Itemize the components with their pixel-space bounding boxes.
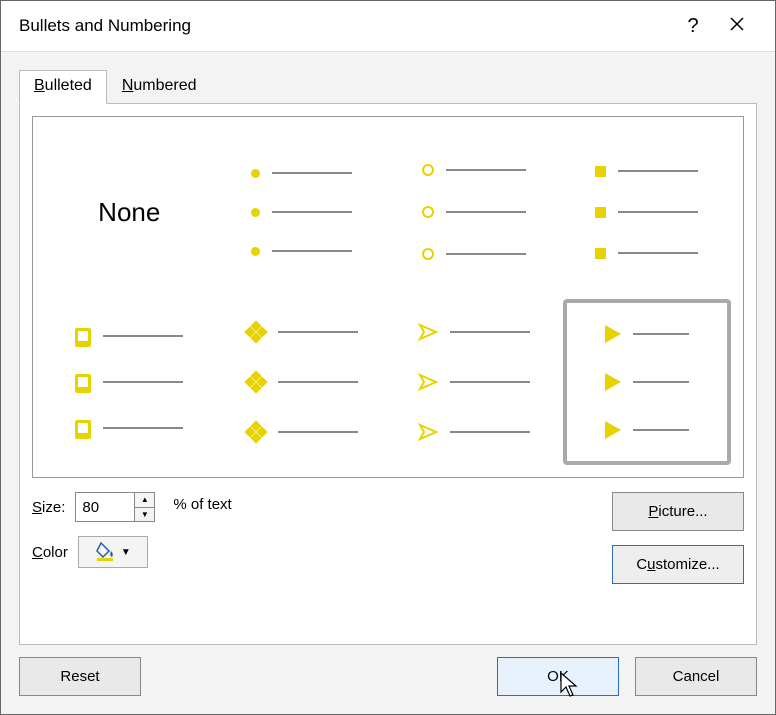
dialog-button-row: Reset OK Cancel <box>19 645 757 696</box>
titlebar: Bullets and Numbering ? <box>1 1 775 51</box>
bullet-gallery: None <box>32 116 744 478</box>
size-label: Size: <box>32 499 65 516</box>
color-dropdown[interactable]: ▼ <box>78 536 148 568</box>
none-label: None <box>98 197 160 228</box>
bullet-option-filled-arrow[interactable] <box>563 299 732 465</box>
tab-numbered[interactable]: Numbered <box>107 70 212 104</box>
size-decrement[interactable]: ▼ <box>135 508 154 522</box>
paint-bucket-icon <box>95 541 117 564</box>
diamond-cluster-icon <box>246 322 266 342</box>
size-spinner[interactable]: ▲ ▼ <box>75 492 155 522</box>
square-icon <box>595 166 606 177</box>
tab-strip: Bulleted Numbered <box>19 70 757 104</box>
color-label: Color <box>32 544 68 561</box>
close-button[interactable] <box>715 16 759 37</box>
bullet-option-hollow-circle[interactable] <box>388 127 561 297</box>
reset-button[interactable]: Reset <box>19 657 141 696</box>
size-suffix: % of text <box>165 496 231 513</box>
bullet-option-none[interactable]: None <box>43 127 216 297</box>
tab-bulleted[interactable]: Bulleted <box>19 70 107 104</box>
circle-icon <box>422 164 434 176</box>
bullet-option-four-diamonds[interactable] <box>216 297 389 467</box>
ok-button[interactable]: OK <box>497 657 619 696</box>
cancel-button[interactable]: Cancel <box>635 657 757 696</box>
outline-arrow-icon <box>418 322 438 342</box>
dot-icon <box>251 169 260 178</box>
bullet-option-filled-dot[interactable] <box>216 127 389 297</box>
arrow-icon <box>605 325 621 343</box>
bullet-option-outline-arrow[interactable] <box>388 297 561 467</box>
close-icon <box>729 16 745 32</box>
picture-button[interactable]: Picture... <box>612 492 744 531</box>
size-increment[interactable]: ▲ <box>135 493 154 508</box>
tab-panel: None <box>19 103 757 645</box>
bullet-option-hollow-square[interactable] <box>43 297 216 467</box>
controls-row: Size: ▲ ▼ % of text Color <box>32 492 744 584</box>
size-input[interactable] <box>76 493 134 521</box>
dialog-content: Bulleted Numbered None <box>1 51 775 714</box>
dialog-title: Bullets and Numbering <box>19 16 671 36</box>
bullets-numbering-dialog: Bullets and Numbering ? Bulleted Numbere… <box>0 0 776 715</box>
help-button[interactable]: ? <box>671 15 715 38</box>
bullet-option-filled-square[interactable] <box>561 127 734 297</box>
chevron-down-icon: ▼ <box>121 547 131 558</box>
hollow-square-icon <box>75 328 91 344</box>
customize-button[interactable]: Customize... <box>612 545 744 584</box>
